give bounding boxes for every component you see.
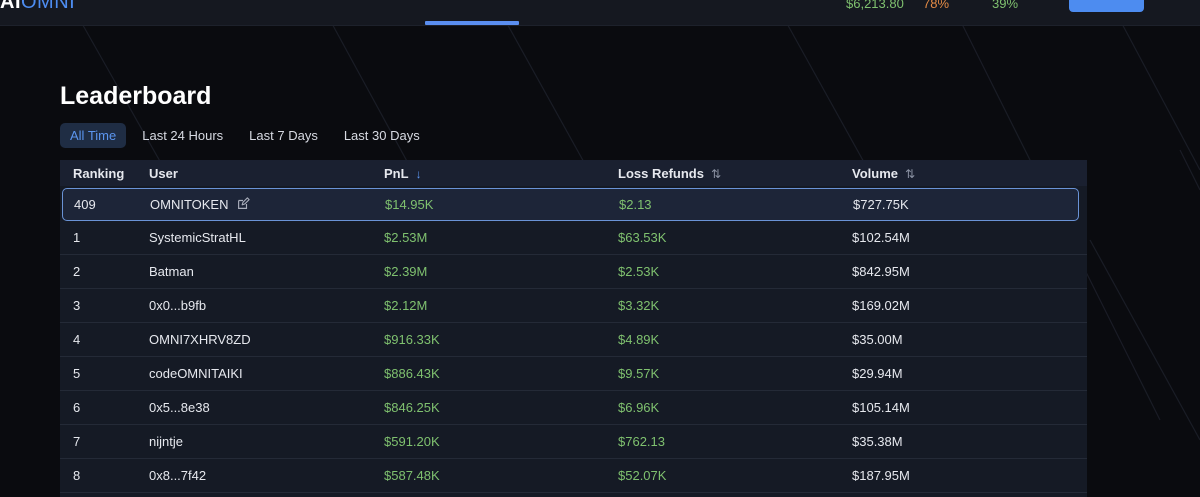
account-balance: $6,213.80 [846, 0, 904, 11]
cell-volume: $842.95M [852, 264, 910, 279]
cell-pnl: $591.20K [384, 434, 440, 449]
cell-user[interactable]: 0x0...b9fb [149, 289, 206, 323]
cell-volume: $727.75K [853, 197, 909, 212]
table-row[interactable]: 5 codeOMNITAIKI $886.43K $9.57K $29.94M [60, 357, 1087, 391]
edit-icon[interactable] [236, 197, 250, 211]
cell-loss-refunds: $762.13 [618, 434, 665, 449]
column-pnl[interactable]: PnL ↓ [384, 166, 422, 181]
cell-volume: $102.54M [852, 230, 910, 245]
cell-pnl: $2.53M [384, 230, 428, 245]
cell-user[interactable]: 0x5...8e38 [149, 391, 210, 425]
tab-all-time[interactable]: All Time [60, 123, 127, 148]
logo-prefix: AI [0, 0, 21, 13]
cell-pnl: $886.43K [384, 366, 440, 381]
cell-volume: $169.02M [852, 298, 910, 313]
column-user: User [149, 166, 178, 181]
cell-rank: 1 [73, 230, 81, 245]
cell-user[interactable]: OMNI7XHRV8ZD [149, 323, 251, 357]
tab-last-24-hours[interactable]: Last 24 Hours [132, 123, 233, 148]
logo-brand: OMNI [21, 0, 76, 13]
cell-rank: 3 [73, 298, 81, 313]
cell-rank: 2 [73, 264, 81, 279]
stat-percent-orange: 78% [923, 0, 950, 11]
cell-user[interactable]: Batman [149, 255, 194, 289]
top-navigation-bar: AIOMNI $6,213.80 78% 39% [0, 0, 1200, 26]
column-loss-refunds[interactable]: Loss Refunds ⇅ [618, 166, 721, 181]
cell-volume: $35.00M [852, 332, 903, 347]
cell-rank: 4 [73, 332, 81, 347]
cell-rank: 7 [73, 434, 81, 449]
cell-loss-refunds: $2.53K [618, 264, 660, 279]
cell-rank: 6 [73, 400, 81, 415]
cell-volume: $187.95M [852, 468, 910, 483]
time-range-tabs: All Time Last 24 Hours Last 7 Days Last … [60, 123, 436, 148]
table-row[interactable]: 8 0x8...7f42 $587.48K $52.07K $187.95M [60, 459, 1087, 493]
cell-volume: $35.38M [852, 434, 903, 449]
cell-user[interactable]: SystemicStratHL [149, 221, 246, 255]
app-logo[interactable]: AIOMNI [0, 0, 75, 14]
cell-pnl: $2.12M [384, 298, 428, 313]
cell-volume: $29.94M [852, 366, 903, 381]
cell-pnl: $2.39M [384, 264, 428, 279]
column-pnl-label: PnL [384, 166, 409, 181]
header-action-button[interactable] [1069, 0, 1144, 12]
table-row[interactable]: 6 0x5...8e38 $846.25K $6.96K $105.14M [60, 391, 1087, 425]
tab-last-30-days[interactable]: Last 30 Days [334, 123, 430, 148]
column-volume-label: Volume [852, 166, 898, 181]
cell-user: OMNITOKEN [150, 189, 250, 220]
cell-user[interactable]: nijntje [149, 425, 183, 459]
cell-loss-refunds: $9.57K [618, 366, 660, 381]
table-row[interactable]: 2 Batman $2.39M $2.53K $842.95M [60, 255, 1087, 289]
arrow-down-icon[interactable]: ↓ [416, 167, 422, 181]
cell-rank: 409 [74, 197, 96, 212]
cell-rank: 5 [73, 366, 81, 381]
cell-pnl: $14.95K [385, 197, 434, 212]
cell-user[interactable]: 0x8...7f42 [149, 459, 206, 493]
table-row[interactable]: 7 nijntje $591.20K $762.13 $35.38M [60, 425, 1087, 459]
table-header: Ranking User PnL ↓ Loss Refunds ⇅ Volume ⇅ [60, 160, 1087, 186]
active-nav-indicator [425, 21, 519, 25]
table-row[interactable]: 3 0x0...b9fb $2.12M $3.32K $169.02M [60, 289, 1087, 323]
cell-pnl: $587.48K [384, 468, 440, 483]
leaderboard-table: Ranking User PnL ↓ Loss Refunds ⇅ Volume ⇅ … [60, 160, 1087, 497]
sort-updown-icon[interactable]: ⇅ [905, 167, 915, 181]
cell-user[interactable]: codeOMNITAIKI [149, 357, 243, 391]
cell-loss-refunds: $4.89K [618, 332, 660, 347]
cell-volume: $105.14M [852, 400, 910, 415]
cell-loss-refunds: $3.32K [618, 298, 660, 313]
table-row[interactable]: 4 OMNI7XHRV8ZD $916.33K $4.89K $35.00M [60, 323, 1087, 357]
column-ranking: Ranking [73, 166, 125, 181]
cell-loss-refunds: $6.96K [618, 400, 660, 415]
table-row[interactable]: 1 SystemicStratHL $2.53M $63.53K $102.54… [60, 221, 1087, 255]
cell-loss-refunds: $63.53K [618, 230, 667, 245]
column-volume[interactable]: Volume ⇅ [852, 166, 915, 181]
current-user-row[interactable]: 409 OMNITOKEN $14.95K $2.13 $727.75K [62, 188, 1079, 221]
sort-updown-icon[interactable]: ⇅ [711, 167, 721, 181]
cell-loss-refunds: $52.07K [618, 468, 667, 483]
cell-rank: 8 [73, 468, 81, 483]
page-title: Leaderboard [60, 82, 212, 110]
cell-loss-refunds: $2.13 [619, 197, 652, 212]
cell-pnl: $846.25K [384, 400, 440, 415]
stat-percent-green: 39% [992, 0, 1019, 11]
cell-user-name: OMNITOKEN [150, 197, 229, 212]
tab-last-7-days[interactable]: Last 7 Days [239, 123, 328, 148]
column-loss-refunds-label: Loss Refunds [618, 166, 704, 181]
cell-pnl: $916.33K [384, 332, 440, 347]
